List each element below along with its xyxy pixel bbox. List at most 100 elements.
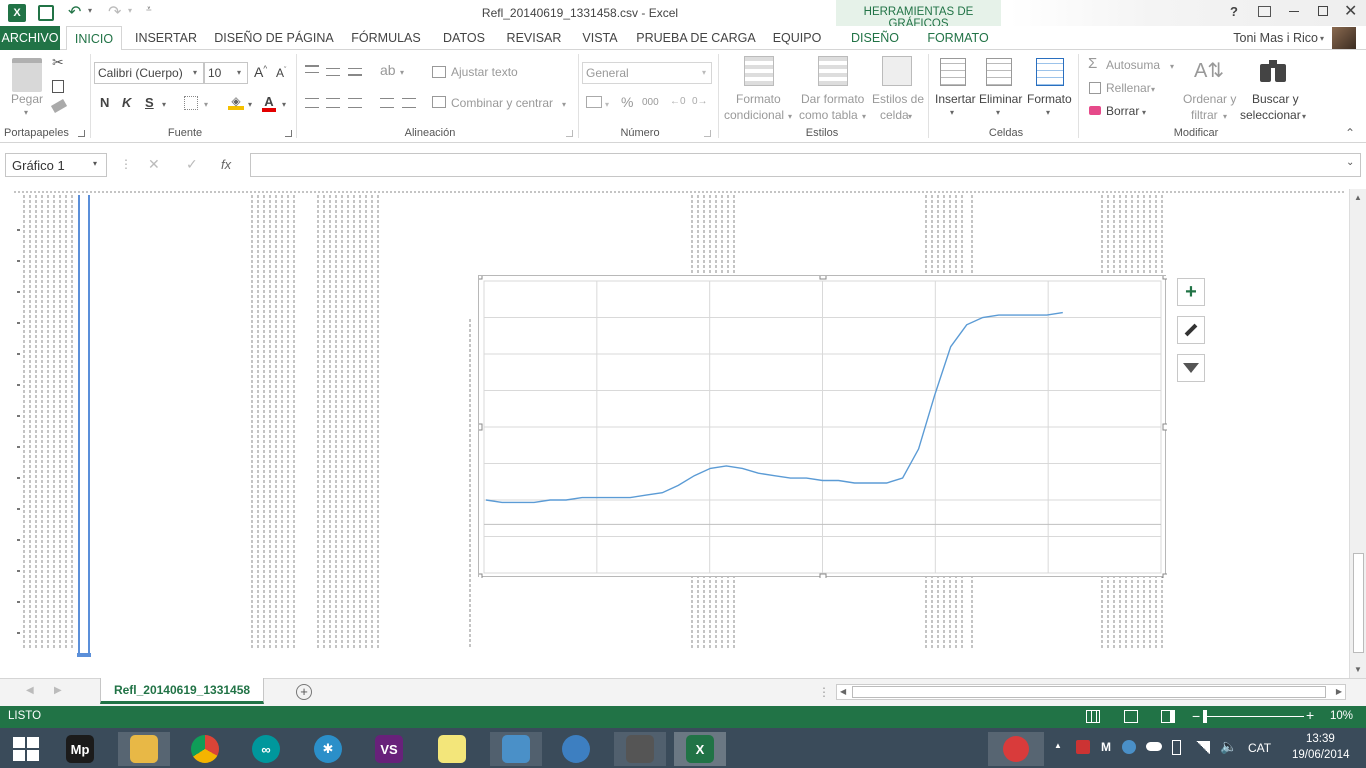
paste-button[interactable]: Pegar [11, 92, 43, 106]
insert-cells-button[interactable]: Insertar [935, 92, 976, 106]
conditional-format-label-1[interactable]: Formato [736, 92, 781, 106]
tab-vista[interactable]: VISTA [576, 26, 624, 50]
format-as-table-label-1[interactable]: Dar formato [801, 92, 864, 106]
save-icon[interactable] [38, 5, 54, 21]
page-layout-view-icon[interactable] [1124, 710, 1138, 723]
add-sheet-button[interactable]: + [296, 684, 312, 700]
tab-datos[interactable]: DATOS [438, 26, 490, 50]
fill-color-dropdown-icon[interactable]: ▾ [248, 100, 252, 109]
scroll-tabs-left-icon[interactable]: ◀ [26, 685, 34, 696]
eraser-icon[interactable] [1089, 106, 1101, 115]
redo-dropdown-icon[interactable]: ▾ [128, 6, 132, 15]
taskbar-network-icon[interactable] [554, 732, 598, 766]
format-as-table-label-2[interactable]: como tabla [799, 108, 858, 122]
conditional-format-dropdown-icon[interactable]: ▾ [788, 112, 792, 121]
autosum-button[interactable]: Autosuma [1106, 58, 1160, 72]
format-as-table-icon[interactable] [818, 56, 848, 86]
minimize-button[interactable] [1289, 11, 1299, 12]
copy-icon[interactable] [52, 80, 64, 93]
tab-formato[interactable]: FORMATO [918, 26, 998, 50]
merge-center-icon[interactable] [432, 96, 446, 108]
cancel-entry-icon[interactable]: ✕ [148, 156, 160, 173]
redo-icon[interactable]: ↷ [108, 2, 121, 22]
number-format-dropdown-icon[interactable]: ▾ [702, 68, 706, 77]
help-button[interactable]: ? [1230, 4, 1238, 19]
insert-cells-dropdown-icon[interactable]: ▾ [950, 108, 954, 117]
confirm-entry-icon[interactable]: ✓ [186, 156, 198, 173]
undo-icon[interactable]: ↶ [68, 2, 81, 22]
dialog-launcher-icon[interactable] [704, 130, 711, 137]
cell-styles-icon[interactable] [882, 56, 912, 86]
start-button[interactable] [4, 732, 48, 766]
chart-elements-button[interactable]: + [1177, 278, 1205, 306]
user-dropdown-icon[interactable]: ▾ [1320, 34, 1324, 43]
restore-button[interactable] [1318, 6, 1328, 16]
paste-dropdown-icon[interactable]: ▾ [24, 108, 28, 117]
scroll-left-icon[interactable]: ◀ [840, 687, 846, 696]
tab-diseno-pagina[interactable]: DISEÑO DE PÁGINA [212, 26, 336, 50]
taskbar-arduino-icon[interactable]: ∞ [244, 732, 288, 766]
avatar[interactable] [1332, 27, 1356, 49]
close-button[interactable]: ✕ [1344, 1, 1357, 21]
collapse-ribbon-icon[interactable]: ⌃ [1345, 126, 1355, 140]
selection-handle[interactable] [77, 653, 91, 657]
sort-filter-label-1[interactable]: Ordenar y [1183, 92, 1236, 106]
merge-center-button[interactable]: Combinar y centrar [451, 96, 553, 110]
scroll-down-icon[interactable]: ▼ [1354, 665, 1362, 674]
cell-styles-dropdown-icon[interactable]: ▾ [908, 112, 912, 121]
normal-view-icon[interactable] [1086, 710, 1100, 723]
increase-indent-icon[interactable] [402, 98, 416, 108]
insert-cells-icon[interactable] [940, 58, 966, 86]
tab-revisar[interactable]: REVISAR [502, 26, 566, 50]
cloud-icon[interactable] [1146, 742, 1162, 751]
scroll-right-icon[interactable]: ▶ [1336, 687, 1342, 696]
volume-icon[interactable]: 🔈 [1220, 738, 1237, 755]
expand-formula-icon[interactable]: ⌄ [1346, 157, 1354, 168]
number-format-select[interactable]: General [582, 62, 712, 84]
accounting-dropdown-icon[interactable]: ▾ [605, 100, 609, 109]
autosum-icon[interactable]: Σ [1088, 55, 1097, 72]
clock-time[interactable]: 13:39 [1306, 733, 1335, 745]
taskbar-explorer-icon[interactable] [118, 732, 170, 766]
split-handle[interactable]: ⋮ [818, 685, 830, 699]
find-select-label-1[interactable]: Buscar y [1252, 92, 1299, 106]
cut-icon[interactable]: ✂ [52, 54, 64, 71]
merge-dropdown-icon[interactable]: ▾ [562, 100, 566, 109]
border-icon[interactable] [184, 96, 198, 110]
tab-equipo[interactable]: EQUIPO [766, 26, 828, 50]
language-indicator[interactable]: CAT [1248, 741, 1271, 755]
tab-prueba-carga[interactable]: PRUEBA DE CARGA [636, 26, 756, 50]
signal-icon[interactable] [1196, 741, 1210, 754]
taskbar-app-dark-icon[interactable] [614, 732, 666, 766]
zoom-in-button[interactable]: + [1306, 707, 1314, 723]
taskbar-pinned-app-icon[interactable] [988, 732, 1044, 766]
tray-expand-icon[interactable]: ▲ [1054, 741, 1062, 750]
sort-filter-label-2[interactable]: filtrar [1191, 108, 1218, 122]
delete-cells-icon[interactable] [986, 58, 1012, 86]
format-as-table-dropdown-icon[interactable]: ▾ [862, 112, 866, 121]
autosum-dropdown-icon[interactable]: ▾ [1170, 62, 1174, 71]
battery-icon[interactable] [1172, 740, 1181, 755]
tab-formulas[interactable]: FÓRMULAS [346, 26, 426, 50]
find-select-dropdown-icon[interactable]: ▾ [1302, 112, 1306, 121]
italic-button[interactable]: K [122, 95, 131, 110]
align-bottom-icon[interactable] [348, 68, 362, 76]
tray-icon-2[interactable]: M [1101, 740, 1111, 754]
underline-dropdown-icon[interactable]: ▾ [162, 100, 166, 109]
align-middle-icon[interactable] [326, 68, 340, 76]
user-name[interactable]: Toni Mas i Rico [1222, 26, 1318, 50]
taskbar-chrome-icon[interactable] [183, 732, 227, 766]
vertical-scroll-thumb[interactable] [1353, 553, 1364, 653]
taskbar-control-panel-icon[interactable] [490, 732, 542, 766]
taskbar-sticky-notes-icon[interactable] [430, 732, 474, 766]
decrease-decimal-icon[interactable]: 0→ [692, 96, 708, 107]
format-cells-dropdown-icon[interactable]: ▾ [1046, 108, 1050, 117]
find-select-label-2[interactable]: seleccionar [1240, 108, 1301, 122]
decrease-indent-icon[interactable] [380, 98, 394, 108]
thousands-button[interactable]: 000 [642, 97, 659, 108]
fill-color-icon[interactable]: ◈ [228, 94, 244, 110]
tab-diseno[interactable]: DISEÑO [840, 26, 910, 50]
wrap-text-icon[interactable] [432, 66, 446, 78]
fill-icon[interactable] [1089, 82, 1101, 94]
undo-dropdown-icon[interactable]: ▾ [88, 6, 92, 15]
